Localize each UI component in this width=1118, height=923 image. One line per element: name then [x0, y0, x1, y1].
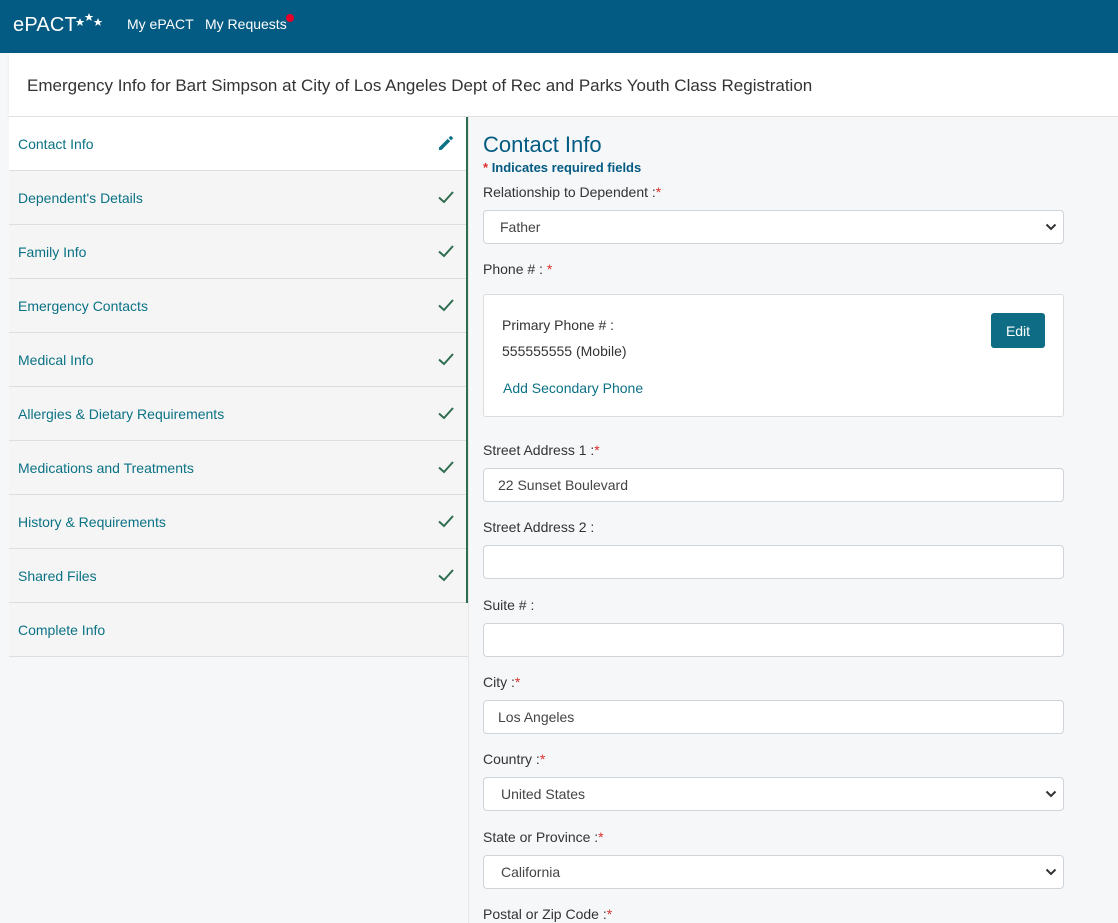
required-star: *: [483, 160, 489, 175]
suite-input[interactable]: [483, 623, 1064, 657]
relationship-label-text: Relationship to Dependent :: [483, 184, 656, 200]
top-nav-bar: ePACT My ePACT My Requests: [0, 0, 1118, 53]
sidebar-item-label: Shared Files: [18, 568, 97, 584]
state-label: State or Province :*: [483, 829, 604, 845]
state-select-value: California: [501, 864, 561, 880]
postal-label: Postal or Zip Code :*: [483, 906, 612, 922]
city-input[interactable]: Los Angeles: [483, 700, 1064, 734]
required-star: *: [514, 674, 521, 690]
check-icon: [438, 515, 454, 528]
primary-phone-label: Primary Phone # :: [502, 317, 615, 333]
required-star: *: [655, 184, 662, 200]
notification-dot: [286, 14, 294, 22]
city-label-text: City :: [483, 674, 515, 690]
check-icon: [438, 245, 454, 258]
relationship-select-value: Father: [500, 219, 541, 235]
street2-label: Street Address 2 :: [483, 519, 595, 535]
phone-card: Primary Phone # : 555555555 (Mobile) Add…: [483, 294, 1064, 417]
pencil-icon: [439, 136, 453, 150]
logo-stars-icon: [75, 13, 103, 26]
required-fields-note: * Indicates required fields: [483, 160, 641, 175]
sidebar-item-label: Allergies & Dietary Requirements: [18, 406, 225, 422]
city-label: City :*: [483, 674, 520, 690]
sidebar-item-label: Family Info: [18, 244, 87, 260]
sidebar-item-shared-files[interactable]: Shared Files: [9, 549, 466, 603]
street1-label: Street Address 1 :*: [483, 442, 600, 458]
required-note-text: Indicates required fields: [491, 160, 642, 175]
sidebar-item-complete-info[interactable]: Complete Info: [9, 603, 468, 657]
relationship-label: Relationship to Dependent :*: [483, 184, 661, 200]
state-select[interactable]: California: [483, 855, 1064, 889]
check-icon: [438, 461, 454, 474]
check-icon: [438, 191, 454, 204]
epact-logo[interactable]: ePACT: [13, 14, 77, 37]
country-label: Country :*: [483, 751, 545, 767]
add-secondary-phone-link[interactable]: Add Secondary Phone: [503, 380, 643, 396]
state-label-text: State or Province :: [483, 829, 599, 845]
nav-my-requests[interactable]: My Requests: [205, 16, 287, 32]
sidebar-item-label: Dependent's Details: [18, 190, 143, 206]
left-gutter: [0, 53, 9, 923]
sidebar-item-label: Emergency Contacts: [18, 298, 148, 314]
sidebar-item-label: Complete Info: [18, 622, 106, 638]
country-select[interactable]: United States: [483, 777, 1064, 811]
sidebar-item-label: History & Requirements: [18, 514, 166, 530]
primary-phone-value: 555555555 (Mobile): [502, 343, 627, 359]
required-star: *: [594, 442, 600, 458]
sidebar-item-dependents-details[interactable]: Dependent's Details: [9, 171, 466, 225]
sidebar-item-medical-info[interactable]: Medical Info: [9, 333, 466, 387]
required-star: *: [598, 829, 604, 845]
required-star: *: [606, 906, 613, 922]
suite-label: Suite # :: [483, 597, 535, 613]
sidebar-item-allergies[interactable]: Allergies & Dietary Requirements: [9, 387, 466, 441]
country-select-value: United States: [501, 786, 586, 802]
relationship-select[interactable]: Father: [483, 210, 1064, 244]
phone-label-text: Phone # :: [483, 261, 543, 277]
sidebar-item-emergency-contacts[interactable]: Emergency Contacts: [9, 279, 466, 333]
required-star: *: [539, 751, 546, 767]
page-title: Emergency Info for Bart Simpson at City …: [27, 76, 813, 95]
page-header: Emergency Info for Bart Simpson at City …: [9, 53, 1118, 117]
street1-label-text: Street Address 1 :: [483, 442, 595, 458]
check-icon: [438, 353, 454, 366]
country-label-text: Country :: [483, 751, 540, 767]
check-icon: [438, 407, 454, 420]
edit-phone-button[interactable]: Edit: [991, 313, 1045, 348]
required-star: *: [546, 261, 553, 277]
sidebar-item-label: Medications and Treatments: [18, 460, 194, 476]
sidebar-item-family-info[interactable]: Family Info: [9, 225, 466, 279]
sidebar-item-label: Contact Info: [18, 136, 94, 152]
check-icon: [438, 569, 454, 582]
phone-label: Phone # : *: [483, 261, 552, 277]
sidebar-item-label: Medical Info: [18, 352, 94, 368]
chevron-down-icon: [1045, 790, 1057, 798]
sidebar-item-contact-info[interactable]: Contact Info: [9, 117, 466, 171]
sidebar-item-history[interactable]: History & Requirements: [9, 495, 466, 549]
postal-label-text: Postal or Zip Code :: [483, 906, 607, 922]
sidebar-item-medications[interactable]: Medications and Treatments: [9, 441, 466, 495]
chevron-down-icon: [1045, 868, 1057, 876]
nav-my-epact[interactable]: My ePACT: [127, 16, 194, 32]
street2-input[interactable]: [483, 545, 1064, 579]
city-input-value: Los Angeles: [498, 709, 575, 725]
chevron-down-icon: [1045, 223, 1057, 231]
section-title: Contact Info: [483, 132, 602, 157]
check-icon: [438, 299, 454, 312]
street1-input-value: 22 Sunset Boulevard: [498, 477, 628, 493]
street1-input[interactable]: 22 Sunset Boulevard: [483, 468, 1064, 502]
